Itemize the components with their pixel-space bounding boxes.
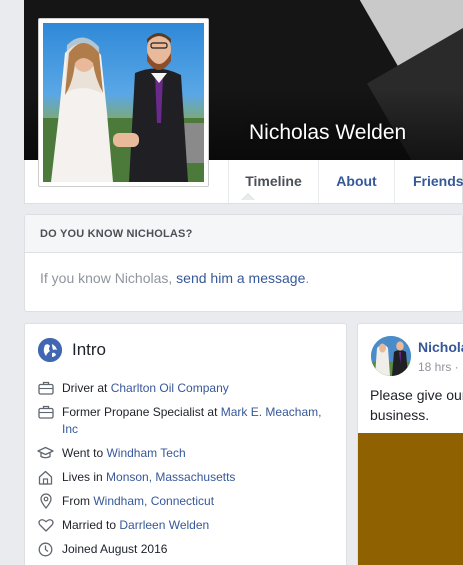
intro-item-prefix: Former Propane Specialist at <box>62 405 221 419</box>
intro-item-joined: Joined August 2016 <box>37 541 337 558</box>
intro-item-former-work: Former Propane Specialist at Mark E. Mea… <box>37 404 337 438</box>
tab-about[interactable]: About <box>318 160 394 203</box>
globe-icon <box>38 338 62 362</box>
intro-item-text: Driver at Charlton Oil Company <box>62 380 229 397</box>
employer-link[interactable]: Charlton Oil Company <box>111 381 229 395</box>
intro-item-joined-text: Joined August 2016 <box>62 542 168 556</box>
intro-header: Intro <box>38 338 106 362</box>
intro-item-text: Married to Darrleen Welden <box>62 517 209 534</box>
do-you-know-suffix: . <box>305 270 310 286</box>
do-you-know-text: If you know Nicholas, send him a message… <box>25 253 462 286</box>
intro-item-education: Went to Windham Tech <box>37 445 337 462</box>
post-text: Please give our business. <box>370 387 463 423</box>
intro-item-text: Former Propane Specialist at Mark E. Mea… <box>62 404 337 438</box>
briefcase-icon <box>37 404 54 420</box>
spouse-link[interactable]: Darrleen Welden <box>119 518 209 532</box>
profile-picture-image <box>43 23 204 182</box>
intro-item-hometown: From Windham, Connecticut <box>37 493 337 510</box>
tab-friends[interactable]: Friends <box>394 160 463 203</box>
intro-item-relationship: Married to Darrleen Welden <box>37 517 337 534</box>
house-icon <box>37 469 54 485</box>
do-you-know-heading: DO YOU KNOW NICHOLAS? <box>25 215 462 253</box>
do-you-know-card: DO YOU KNOW NICHOLAS? If you know Nichol… <box>24 214 463 312</box>
intro-item-text: Went to Windham Tech <box>62 445 186 462</box>
intro-list: Driver at Charlton Oil Company Former Pr… <box>37 380 337 565</box>
intro-card: Intro Driver at Charlton Oil Company For… <box>24 323 347 565</box>
intro-item-prefix: Lives in <box>62 470 107 484</box>
location-pin-icon <box>37 493 54 509</box>
timeline-post: Nicholas Welden 18 hrs · Please give our… <box>357 323 463 565</box>
profile-name[interactable]: Nicholas Welden <box>249 121 406 145</box>
post-author-avatar[interactable] <box>371 336 411 376</box>
post-image[interactable] <box>358 433 463 565</box>
intro-item-work: Driver at Charlton Oil Company <box>37 380 337 397</box>
hometown-link[interactable]: Windham, Connecticut <box>93 494 214 508</box>
post-author-name[interactable]: Nicholas Welden <box>418 339 463 355</box>
active-tab-indicator <box>241 193 255 200</box>
intro-item-text: From Windham, Connecticut <box>62 493 214 510</box>
heart-icon <box>37 517 54 533</box>
intro-item-prefix: From <box>62 494 94 508</box>
send-message-link[interactable]: send him a message <box>176 270 305 286</box>
school-link[interactable]: Windham Tech <box>106 446 185 460</box>
profile-picture[interactable] <box>38 18 209 187</box>
current-city-link[interactable]: Monson, Massachusetts <box>106 470 235 484</box>
intro-item-prefix: Driver at <box>62 381 111 395</box>
intro-item-prefix: Went to <box>62 446 107 460</box>
do-you-know-prefix: If you know Nicholas, <box>40 270 177 286</box>
wedding-photo-illustration <box>43 33 204 182</box>
intro-item-text: Lives in Monson, Massachusetts <box>62 469 235 486</box>
intro-item-current-city: Lives in Monson, Massachusetts <box>37 469 337 486</box>
clock-icon <box>37 541 54 557</box>
intro-item-prefix: Married to <box>62 518 120 532</box>
briefcase-icon <box>37 380 54 396</box>
intro-title: Intro <box>72 340 107 359</box>
graduation-cap-icon <box>37 445 54 461</box>
post-timestamp[interactable]: 18 hrs · <box>418 360 459 374</box>
